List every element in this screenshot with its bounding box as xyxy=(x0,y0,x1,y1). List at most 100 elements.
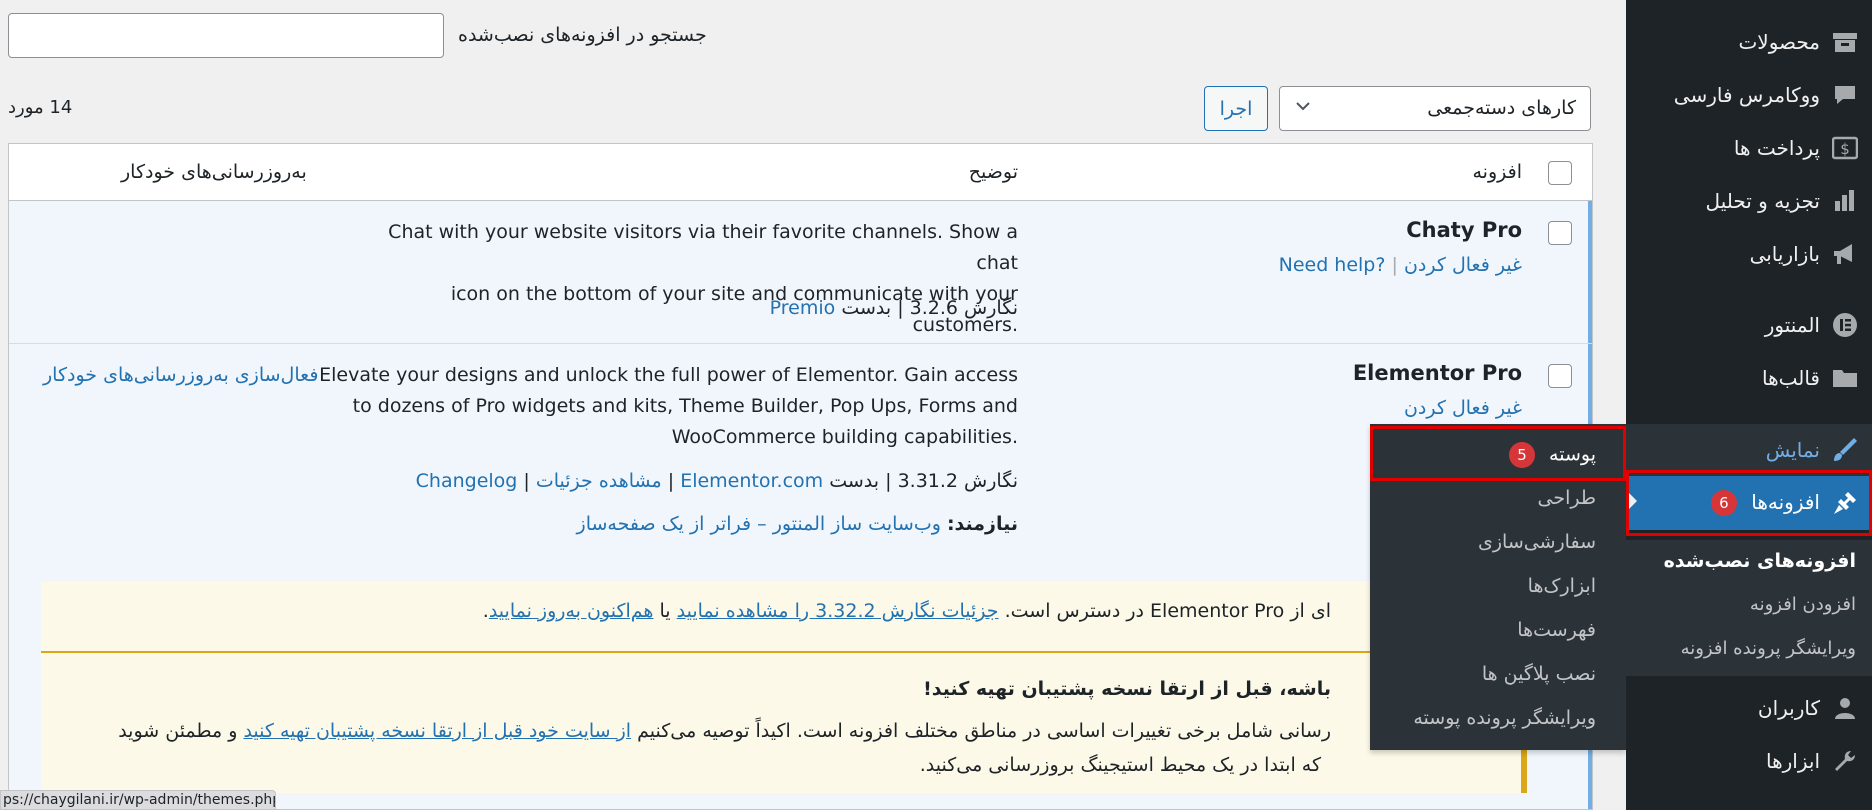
sidebar-item-payments[interactable]: $ پرداخت ها xyxy=(1626,122,1872,174)
sidebar-item-woocommerce-farsi[interactable]: ووکامرس فارسی xyxy=(1626,69,1872,121)
dollar-icon: $ xyxy=(1830,133,1860,163)
description-line: Chat with your website visitors via thei… xyxy=(388,221,1018,274)
sidebar-item-templates[interactable]: قالب‌ها xyxy=(1626,352,1872,404)
chevron-down-icon xyxy=(1294,97,1312,120)
plugins-table: افزونه توضیح به‌روزرسانی‌های خودکار Chat… xyxy=(8,143,1593,810)
highlight-themes xyxy=(1370,426,1626,481)
wrench-icon xyxy=(1830,746,1860,776)
requires-plugin-link[interactable]: وب‌سایت ساز المنتور – فراتر از یک صفحه‌س… xyxy=(577,513,941,535)
update-notice-or: یا xyxy=(659,600,671,622)
bulk-actions-select[interactable]: کارهای دسته‌جمعی xyxy=(1279,86,1591,131)
paintbrush-icon xyxy=(1830,435,1860,465)
submenu-item-add-plugin[interactable]: افزودن افزونه xyxy=(1750,594,1856,615)
deactivate-link[interactable]: غیر فعال کردن xyxy=(1404,254,1522,276)
view-details-link[interactable]: مشاهده جزئیات xyxy=(536,470,662,492)
update-notice-text: ای از Elementor Pro در دسترس است. جزئیات… xyxy=(483,600,1331,622)
description-line: WooCommerce building capabilities. xyxy=(671,426,1018,448)
sidebar-item-users[interactable]: کاربران xyxy=(1626,682,1872,734)
sidebar-item-analytics[interactable]: تجزیه و تحلیل xyxy=(1626,175,1872,227)
chat-bubble-icon xyxy=(1830,80,1860,110)
search-label: جستجو در افزونه‌های نصب‌شده xyxy=(458,24,707,46)
row-actions: غیر فعال کردن xyxy=(1404,397,1522,419)
megaphone-icon xyxy=(1830,239,1860,269)
table-row: Chaty Pro غیر فعال کردن | Need help? Cha… xyxy=(9,201,1592,344)
column-description: توضیح xyxy=(968,161,1018,183)
plugin-meta: نگارش 3.2.6 | بدست Premio xyxy=(769,297,1018,319)
sidebar-item-label: تجزیه و تحلیل xyxy=(1705,189,1820,213)
description-line: Elevate your designs and unlock the full… xyxy=(319,364,1018,386)
row-checkbox[interactable] xyxy=(1548,364,1572,388)
enable-auto-updates-link[interactable]: فعال‌سازی به‌روزرسانی‌های خودکار xyxy=(43,364,318,386)
plugin-version: نگارش 3.2.6 xyxy=(909,297,1018,319)
plugin-description: Elevate your designs and unlock the full… xyxy=(318,360,1018,453)
apply-button[interactable]: اجرا xyxy=(1204,86,1268,131)
requires-label: نیازمند: xyxy=(946,513,1018,535)
sidebar-item-label: نمایش xyxy=(1765,438,1820,462)
deactivate-link[interactable]: غیر فعال کردن xyxy=(1404,397,1522,419)
plugin-name: Elementor Pro xyxy=(1352,361,1522,385)
bar-chart-icon xyxy=(1830,186,1860,216)
user-icon xyxy=(1830,693,1860,723)
browser-status-bar: ps://chaygilani.ir/wp-admin/themes.php xyxy=(0,790,276,810)
warning-line-1: رسانی شامل برخی تغییرات اساسی در مناطق م… xyxy=(118,720,1331,742)
plugin-meta: نگارش 3.31.2 | بدست Elementor.com | مشاه… xyxy=(415,470,1018,492)
requires-line: نیازمند: وب‌سایت ساز المنتور – فراتر از … xyxy=(577,513,1018,535)
row-actions: غیر فعال کردن | Need help? xyxy=(1278,254,1522,276)
plugin-description: Chat with your website visitors via thei… xyxy=(348,217,1018,341)
flyout-item-install-plugins[interactable]: نصب پلاگین ها xyxy=(1482,663,1596,685)
sidebar-item-elementor[interactable]: المنتور xyxy=(1626,299,1872,351)
warning-line-1-start: رسانی شامل برخی تغییرات اساسی در مناطق م… xyxy=(637,720,1331,742)
sidebar-item-products[interactable]: محصولات xyxy=(1626,16,1872,68)
search-input[interactable] xyxy=(8,13,444,58)
flyout-item-design[interactable]: طراحی xyxy=(1538,487,1596,509)
table-row: Elementor Pro غیر فعال کردن Elevate your… xyxy=(9,344,1592,809)
sidebar-item-label: بازاریابی xyxy=(1749,242,1820,266)
flyout-item-widgets[interactable]: ابزارک‌ها xyxy=(1528,575,1596,597)
sidebar-item-label: محصولات xyxy=(1738,30,1820,54)
sidebar-item-label: ابزارها xyxy=(1765,749,1820,773)
plugin-version: نگارش 3.31.2 xyxy=(897,470,1018,492)
plugins-submenu: افزونه‌های نصب‌شده افزودن افزونه ویرایشگ… xyxy=(1626,540,1872,676)
flyout-item-customize[interactable]: سفارشی‌سازی xyxy=(1478,531,1596,553)
update-notice-start: ای از Elementor Pro در دسترس است. xyxy=(1004,600,1331,622)
sidebar-item-appearance[interactable]: نمایش xyxy=(1626,424,1872,476)
sidebar-item-label: قالب‌ها xyxy=(1761,366,1820,390)
view-version-details-link[interactable]: جزئیات نگارش 3.32.2 را مشاهده نمایید xyxy=(677,600,999,622)
by-label: بدست xyxy=(829,470,880,492)
row-checkbox[interactable] xyxy=(1548,221,1572,245)
author-link[interactable]: Premio xyxy=(770,297,836,319)
select-all-checkbox[interactable] xyxy=(1548,161,1572,185)
sidebar-item-label: ووکامرس فارسی xyxy=(1673,83,1820,107)
by-label: بدست xyxy=(841,297,892,319)
sidebar-item-label: کاربران xyxy=(1757,696,1820,720)
highlight-plugins xyxy=(1626,470,1872,536)
admin-sidebar: محصولات ووکامرس فارسی $ پرداخت ها تجزیه … xyxy=(1626,0,1872,810)
backup-warning-notice: باشه، قبل از ارتقا نسخه پشتیبان تهیه کنی… xyxy=(41,653,1527,793)
column-plugin: افزونه xyxy=(1472,161,1523,183)
items-count: 14 مورد xyxy=(8,97,73,118)
warning-line-2: که ابتدا در یک محیط استیجینگ بروزرسانی م… xyxy=(919,754,1321,776)
flyout-item-menus[interactable]: فهرست‌ها xyxy=(1517,619,1596,641)
sidebar-item-label: المنتور xyxy=(1764,313,1820,337)
author-link[interactable]: Elementor.com xyxy=(680,470,823,492)
update-notice: ای از Elementor Pro در دسترس است. جزئیات… xyxy=(41,581,1521,653)
description-line: to dozens of Pro widgets and kits, Theme… xyxy=(352,395,1018,417)
submenu-item-installed-plugins[interactable]: افزونه‌های نصب‌شده xyxy=(1664,550,1856,572)
changelog-link[interactable]: Changelog xyxy=(416,470,518,492)
table-header: افزونه توضیح به‌روزرسانی‌های خودکار xyxy=(9,144,1592,201)
bulk-actions-value: کارهای دسته‌جمعی xyxy=(1427,97,1576,119)
column-auto-updates: به‌روزرسانی‌های خودکار xyxy=(121,161,307,183)
sidebar-item-tools[interactable]: ابزارها xyxy=(1626,735,1872,787)
flyout-item-theme-file-editor[interactable]: ویرایشگر پرونده پوسته xyxy=(1413,707,1596,729)
elementor-icon xyxy=(1830,310,1860,340)
need-help-link[interactable]: Need help? xyxy=(1279,254,1386,276)
sidebar-item-label: پرداخت ها xyxy=(1733,136,1820,160)
folder-icon xyxy=(1830,363,1860,393)
update-now-link[interactable]: هم‌اکنون به‌روز نمایید xyxy=(489,600,654,622)
warning-title: باشه، قبل از ارتقا نسخه پشتیبان تهیه کنی… xyxy=(923,678,1331,700)
warning-line-1-end: و مطمئن شوید xyxy=(118,720,238,742)
backup-before-upgrade-link[interactable]: از سایت خود قبل از ارتقا نسخه پشتیبان ته… xyxy=(243,720,631,742)
plugin-name: Chaty Pro xyxy=(1406,218,1522,242)
submenu-item-plugin-file-editor[interactable]: ویرایشگر پرونده افزونه xyxy=(1681,638,1856,659)
sidebar-item-marketing[interactable]: بازاریابی xyxy=(1626,228,1872,280)
